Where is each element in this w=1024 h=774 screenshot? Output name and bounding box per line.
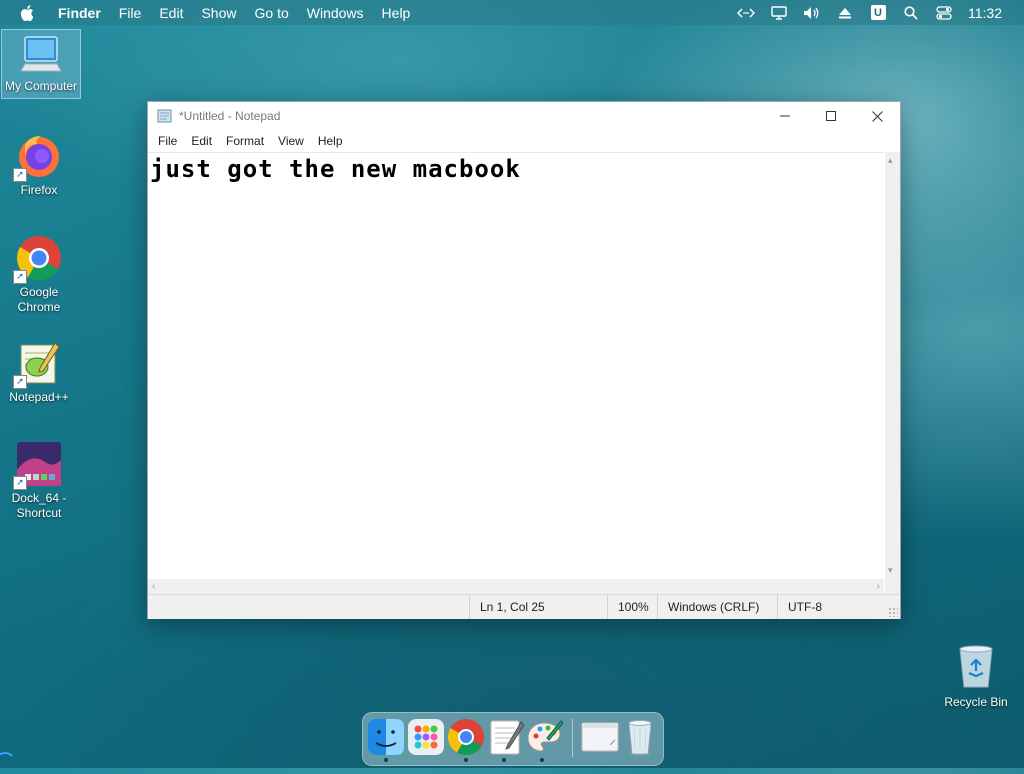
desktop-icon-label: Google Chrome xyxy=(17,285,61,314)
menu-edit[interactable]: Edit xyxy=(187,134,216,148)
menu-file[interactable]: File xyxy=(119,5,142,21)
desktop-icon-recycle-bin[interactable]: Recycle Bin xyxy=(940,643,1012,709)
desktop-icon-firefox[interactable]: ➚ Firefox xyxy=(0,132,78,198)
editor-content[interactable]: just got the new macbook xyxy=(150,155,521,183)
dock-separator xyxy=(572,719,573,757)
notepad-icon xyxy=(157,109,173,123)
dock-running-indicator xyxy=(540,758,544,762)
search-icon[interactable] xyxy=(902,5,920,21)
dock-window-preview-icon[interactable] xyxy=(581,718,619,756)
status-cursor-position: Ln 1, Col 25 xyxy=(469,595,608,619)
dock-launchpad-icon[interactable] xyxy=(407,718,445,756)
system-indicator-icon xyxy=(0,752,16,774)
volume-icon[interactable] xyxy=(803,5,821,21)
dock-trash-icon[interactable] xyxy=(621,718,659,756)
menu-help[interactable]: Help xyxy=(314,134,347,148)
notepad-plus-plus-icon: ➚ xyxy=(13,339,63,389)
dock-chrome-icon[interactable] xyxy=(447,718,485,756)
display-icon[interactable] xyxy=(770,5,788,21)
dock xyxy=(362,712,664,766)
scroll-down-icon[interactable]: ▾ xyxy=(888,566,897,575)
menu-edit[interactable]: Edit xyxy=(159,5,183,21)
desktop-icon-label: Notepad++ xyxy=(9,390,69,404)
menu-file[interactable]: File xyxy=(154,134,181,148)
shortcut-arrow-icon: ➚ xyxy=(13,270,27,284)
computer-icon xyxy=(19,34,63,76)
minimize-button[interactable] xyxy=(762,102,808,130)
desktop-icon-google-chrome[interactable]: ➚ Google Chrome xyxy=(0,234,78,315)
status-encoding: UTF-8 xyxy=(777,595,888,619)
menu-windows[interactable]: Windows xyxy=(307,5,364,21)
menu-bar: Finder File Edit Show Go to Windows Help… xyxy=(0,0,1024,25)
close-button[interactable] xyxy=(854,102,900,130)
menu-format[interactable]: Format xyxy=(222,134,268,148)
resize-grip-icon[interactable] xyxy=(888,607,898,617)
dock-finder-icon[interactable] xyxy=(367,718,405,756)
scroll-up-icon[interactable]: ▴ xyxy=(888,156,897,165)
title-bar[interactable]: *Untitled - Notepad xyxy=(148,102,900,130)
horizontal-scrollbar[interactable]: ‹ › xyxy=(148,579,884,594)
input-source-label: U xyxy=(870,5,886,20)
menu-app-finder[interactable]: Finder xyxy=(58,5,101,21)
desktop-icon-notepad-plus-plus[interactable]: ➚ Notepad++ xyxy=(0,339,78,405)
notepad-window: *Untitled - Notepad File Edit Format Vie… xyxy=(147,101,901,619)
dock-running-indicator xyxy=(384,758,388,762)
vertical-scrollbar[interactable]: ▴ ▾ xyxy=(885,152,900,579)
dock-running-indicator xyxy=(464,758,468,762)
dock-running-indicator xyxy=(502,758,506,762)
maximize-button[interactable] xyxy=(808,102,854,130)
shortcut-arrow-icon: ➚ xyxy=(13,168,27,182)
code-arrows-icon[interactable] xyxy=(737,5,755,21)
dock-textedit-icon[interactable] xyxy=(487,718,525,756)
desktop-icon-my-computer[interactable]: My Computer xyxy=(1,29,81,99)
input-source-badge[interactable]: U xyxy=(869,5,887,21)
control-center-icon[interactable] xyxy=(935,5,953,21)
menu-go-to[interactable]: Go to xyxy=(255,5,289,21)
desktop-icon-label: Recycle Bin xyxy=(944,695,1008,709)
scroll-right-icon[interactable]: › xyxy=(877,581,880,592)
chrome-icon: ➚ xyxy=(13,234,63,284)
dock-paint-icon[interactable] xyxy=(525,718,564,756)
notepad-menu-bar: File Edit Format View Help xyxy=(148,130,900,152)
desktop-icon-dock-64-shortcut[interactable]: ➚ Dock_64 - Shortcut xyxy=(0,440,78,521)
shortcut-arrow-icon: ➚ xyxy=(13,375,27,389)
window-title: *Untitled - Notepad xyxy=(179,109,281,123)
desktop-icon-label: Firefox xyxy=(20,183,58,197)
eject-icon[interactable] xyxy=(836,5,854,21)
desktop-icon-label: My Computer xyxy=(4,79,78,93)
menu-help[interactable]: Help xyxy=(382,5,411,21)
scroll-left-icon[interactable]: ‹ xyxy=(152,581,155,592)
recycle-bin-icon xyxy=(954,643,998,689)
firefox-icon: ➚ xyxy=(13,132,63,182)
dock-app-icon: ➚ xyxy=(13,440,63,490)
menu-clock[interactable]: 11:32 xyxy=(968,5,1002,21)
menu-show[interactable]: Show xyxy=(201,5,236,21)
status-menus: U 11:32 xyxy=(737,0,1024,25)
text-editor[interactable]: just got the new macbook xyxy=(148,152,884,580)
status-line-ending: Windows (CRLF) xyxy=(657,595,778,619)
status-bar: Ln 1, Col 25 100% Windows (CRLF) UTF-8 xyxy=(148,594,900,619)
menu-view[interactable]: View xyxy=(274,134,308,148)
scrollbar-corner xyxy=(885,579,900,594)
desktop-icon-label: Dock_64 - Shortcut xyxy=(11,491,67,520)
shortcut-arrow-icon: ➚ xyxy=(13,476,27,490)
status-zoom: 100% xyxy=(607,595,658,619)
apple-icon[interactable] xyxy=(20,4,42,21)
